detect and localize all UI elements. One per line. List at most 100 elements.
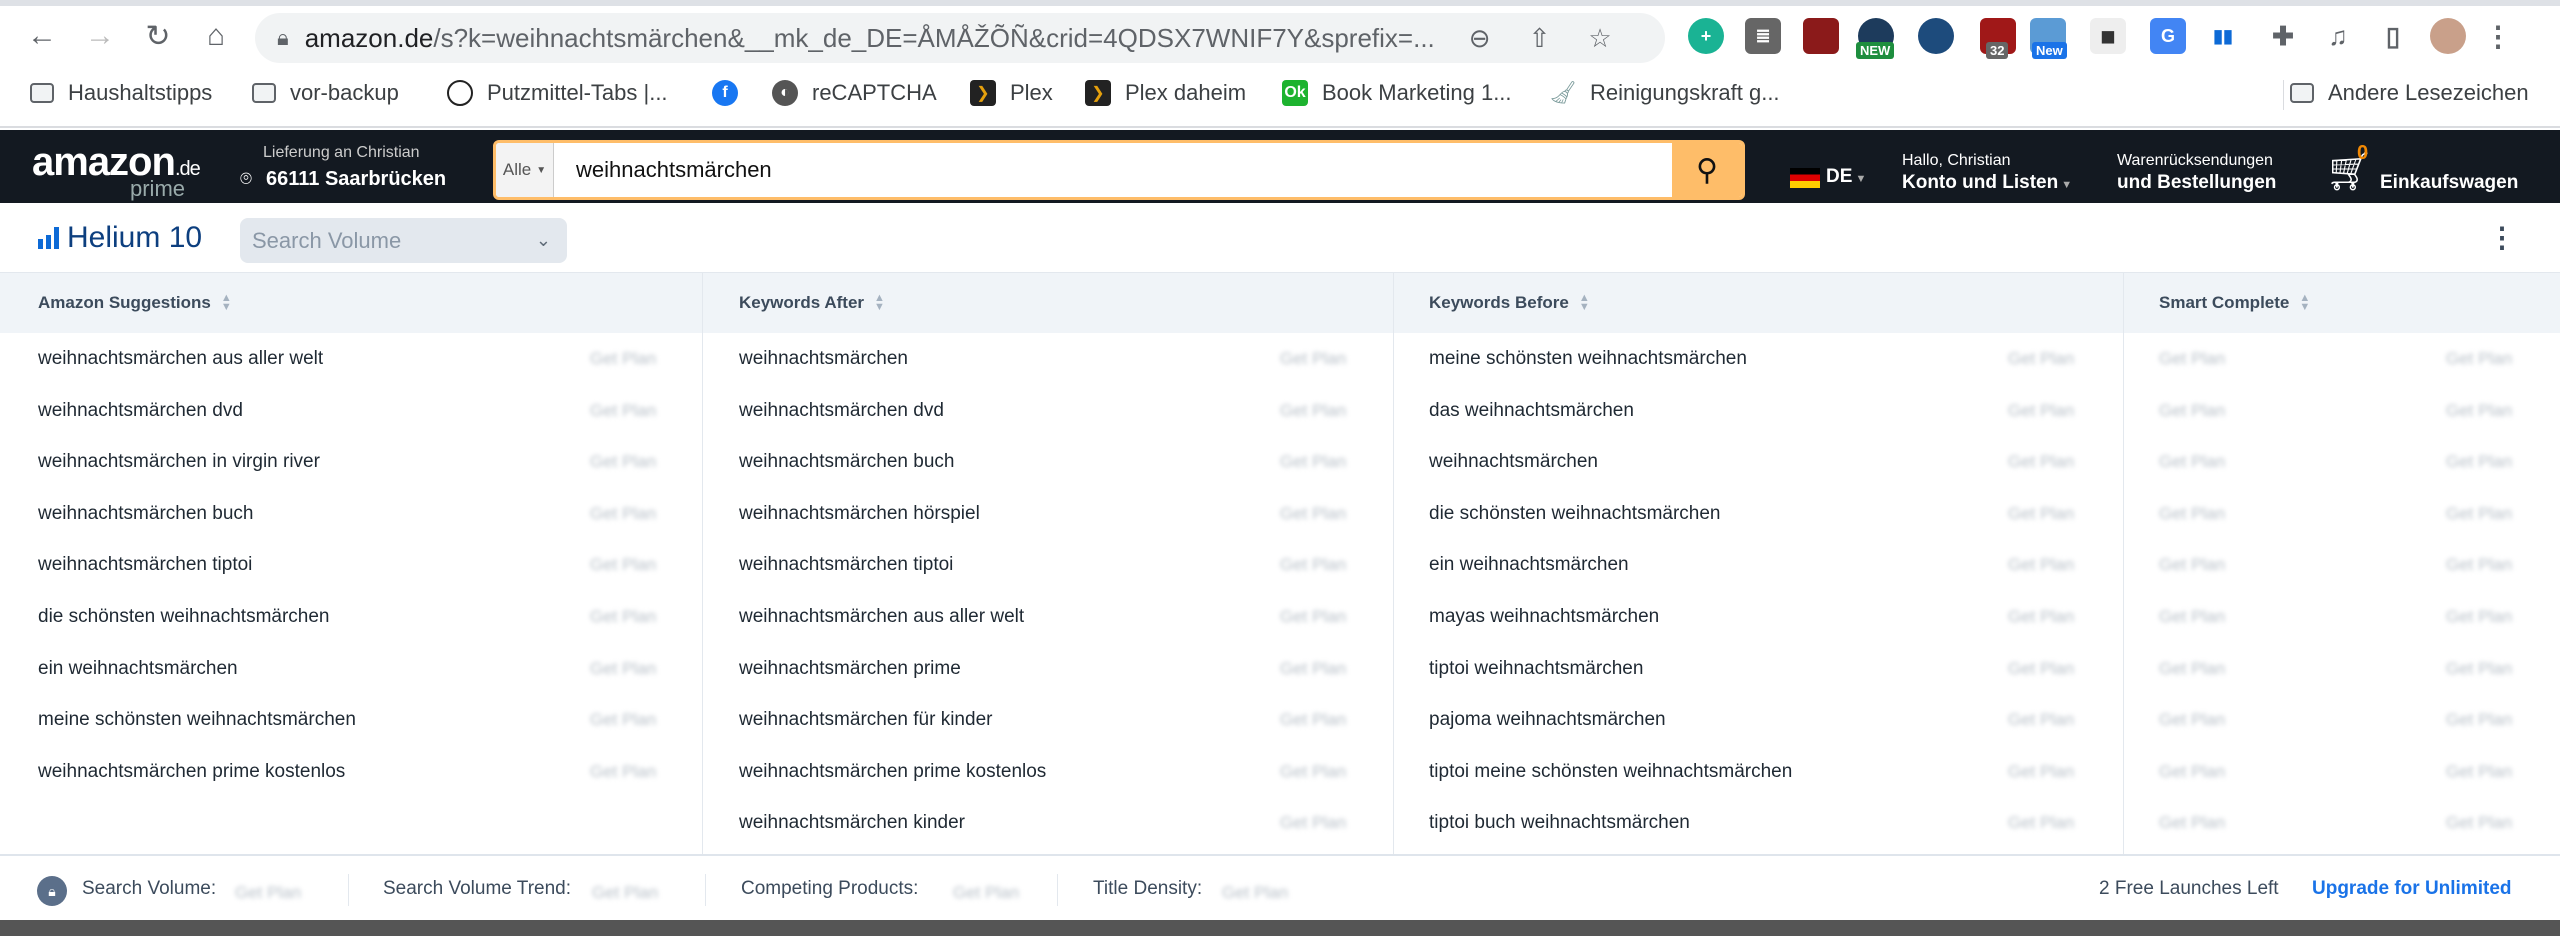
extension-icon-5[interactable] (1918, 18, 1954, 54)
home-icon[interactable]: ⌂ (190, 10, 242, 62)
locked-value: Get Plan (2159, 400, 2226, 420)
other-bookmarks[interactable]: Andere Lesezeichen (2290, 80, 2529, 106)
extension-icon-7[interactable]: New (2030, 18, 2067, 59)
bookmark-vor-backup[interactable]: vor-backup (252, 80, 399, 106)
keyword-cell[interactable]: weihnachtsmärchen aus aller welt (739, 602, 1024, 632)
bookmark-putzmittel[interactable]: Putzmittel-Tabs |... (447, 80, 668, 106)
forward-icon[interactable]: → (74, 10, 126, 62)
locked-value: Get Plan (2446, 710, 2513, 730)
bookmark-plex-daheim[interactable]: ❯ Plex daheim (1085, 80, 1246, 106)
header-amazon-suggestions[interactable]: Amazon Suggestions ▲ ▼ (38, 273, 232, 333)
ublock-icon[interactable]: 32 (1980, 18, 2016, 59)
orders-button[interactable]: und Bestellungen (2117, 172, 2276, 194)
locked-value: Get Plan (590, 607, 657, 626)
bookmark-haushaltstipps[interactable]: Haushaltstipps (30, 80, 212, 106)
extension-icon-4[interactable]: NEW (1856, 18, 1895, 59)
keyword-cell[interactable]: weihnachtsmärchen hörspiel (739, 499, 980, 529)
helium10-toolbar: Helium 10 Search Volume ⌄ ⋮ (0, 203, 2560, 273)
bookmark-reinigungskraft[interactable]: 🧹︎ Reinigungskraft g... (1549, 80, 1780, 106)
locked-value: Get Plan (590, 555, 657, 575)
share-icon[interactable]: ⇧ (1529, 23, 1551, 54)
plex-icon: ❯ (970, 80, 996, 106)
address-bar[interactable]: 🔒︎ amazon.de/s?k=weihnachtsmärchen&__mk_… (255, 13, 1665, 63)
keyword-cell[interactable]: weihnachtsmärchen prime (739, 654, 961, 684)
locked-value: Get Plan (2008, 400, 2075, 420)
translate-icon[interactable]: G (2150, 18, 2186, 54)
keyword-cell[interactable]: weihnachtsmärchen für kinder (739, 705, 992, 735)
extension-icon-1[interactable]: + (1688, 18, 1724, 54)
keyword-cell[interactable]: weihnachtsmärchen buch (739, 447, 954, 477)
language-select[interactable]: DE ▼ (1826, 166, 1866, 188)
keyword-cell[interactable]: meine schönsten weihnachtsmärchen (38, 705, 356, 735)
zoom-out-icon[interactable]: ⊖ (1469, 23, 1491, 54)
bookmark-recaptcha[interactable]: ◐ reCAPTCHA (772, 80, 937, 106)
metric-select[interactable]: Search Volume ⌄ (240, 218, 567, 263)
footer-divider (705, 874, 706, 906)
delivery-label[interactable]: Lieferung an Christian (263, 144, 420, 162)
keyword-cell[interactable]: meine schönsten weihnachtsmärchen (1429, 344, 1747, 374)
header-keywords-after[interactable]: Keywords After ▲ ▼ (739, 273, 885, 333)
keyword-cell[interactable]: tiptoi weihnachtsmärchen (1429, 654, 1643, 684)
header-smart-complete[interactable]: Smart Complete ▲ ▼ (2159, 273, 2310, 333)
keyword-cell[interactable]: weihnachtsmärchen aus aller welt (38, 344, 323, 374)
bookmark-book-marketing[interactable]: Ok Book Marketing 1... (1282, 80, 1512, 106)
search-input[interactable]: weihnachtsmärchen (554, 143, 1672, 197)
delivery-location[interactable]: 66111 Saarbrücken (266, 168, 446, 191)
side-panel-icon[interactable]: ▯ (2375, 18, 2411, 54)
header-keywords-before[interactable]: Keywords Before ▲ ▼ (1429, 273, 1590, 333)
keyword-cell[interactable]: ein weihnachtsmärchen (1429, 550, 1629, 580)
search-button[interactable]: ⚲ (1672, 143, 1742, 197)
broom-icon: 🧹︎ (1549, 80, 1577, 105)
locked-value: Get Plan (2008, 555, 2075, 575)
keyword-cell[interactable]: weihnachtsmärchen prime kostenlos (739, 757, 1046, 787)
page-behind (0, 920, 2560, 936)
puzzle-icon[interactable]: ✚ (2265, 18, 2301, 54)
locked-value: Get Plan (1280, 658, 1347, 678)
reader-icon[interactable]: ≣ (1745, 18, 1781, 54)
reload-icon[interactable]: ↻ (132, 10, 184, 62)
more-options-icon[interactable]: ⋮ (2488, 221, 2516, 254)
search-category-select[interactable]: Alle ▼ (496, 143, 554, 197)
mask-icon[interactable]: ◼ (2090, 18, 2126, 54)
sort-icon: ▲ ▼ (1578, 292, 1590, 313)
upgrade-link[interactable]: Upgrade for Unlimited (2312, 878, 2512, 900)
media-icon[interactable]: ♫ (2320, 18, 2356, 54)
keyword-cell[interactable]: weihnachtsmärchen tiptoi (739, 550, 953, 580)
orders-line1[interactable]: Warenrücksendungen (2117, 152, 2273, 170)
search-volume-trend-value: Get Plan (592, 883, 659, 902)
helium10-ext-icon[interactable]: ▮▮ (2205, 18, 2241, 54)
keyword-cell[interactable]: tiptoi meine schönsten weihnachtsmärchen (1429, 757, 1792, 787)
ok-icon: Ok (1282, 80, 1308, 106)
menu-icon[interactable]: ⋮ (2480, 18, 2516, 54)
extension-icon-3[interactable] (1803, 18, 1839, 54)
search-volume-value: Get Plan (235, 883, 302, 902)
star-icon[interactable]: ☆ (1588, 23, 1611, 54)
bookmark-plex[interactable]: ❯ Plex (970, 80, 1053, 106)
keyword-cell[interactable]: ein weihnachtsmärchen (38, 654, 238, 684)
keyword-cell[interactable]: weihnachtsmärchen dvd (739, 396, 944, 426)
keyword-cell[interactable]: die schönsten weihnachtsmärchen (1429, 499, 1721, 529)
bookmark-facebook[interactable]: f (712, 80, 752, 106)
keyword-cell[interactable]: weihnachtsmärchen prime kostenlos (38, 757, 345, 787)
keyword-cell[interactable]: weihnachtsmärchen buch (38, 499, 253, 529)
locked-value: Get Plan (1280, 555, 1347, 575)
keyword-cell[interactable]: mayas weihnachtsmärchen (1429, 602, 1659, 632)
keyword-cell[interactable]: weihnachtsmärchen dvd (38, 396, 243, 426)
keyword-cell[interactable]: weihnachtsmärchen kinder (739, 808, 965, 838)
locked-value: Get Plan (590, 710, 657, 730)
header-label: Smart Complete (2159, 293, 2290, 312)
account-lists-button[interactable]: Konto und Listen ▼ (1902, 172, 2072, 194)
keyword-cell[interactable]: die schönsten weihnachtsmärchen (38, 602, 330, 632)
locked-value: Get Plan (2446, 400, 2513, 420)
keyword-cell[interactable]: pajoma weihnachtsmärchen (1429, 705, 1666, 735)
keyword-cell[interactable]: weihnachtsmärchen in virgin river (38, 447, 320, 477)
keyword-cell[interactable]: tiptoi buch weihnachtsmärchen (1429, 808, 1690, 838)
cart-button[interactable]: Einkaufswagen (2380, 172, 2518, 194)
back-icon[interactable]: ← (16, 10, 68, 62)
locked-value: Get Plan (2008, 761, 2075, 781)
keyword-cell[interactable]: weihnachtsmärchen (1429, 447, 1598, 477)
avatar[interactable] (2430, 18, 2466, 54)
keyword-cell[interactable]: weihnachtsmärchen (739, 344, 908, 374)
keyword-cell[interactable]: das weihnachtsmärchen (1429, 396, 1634, 426)
keyword-cell[interactable]: weihnachtsmärchen tiptoi (38, 550, 252, 580)
